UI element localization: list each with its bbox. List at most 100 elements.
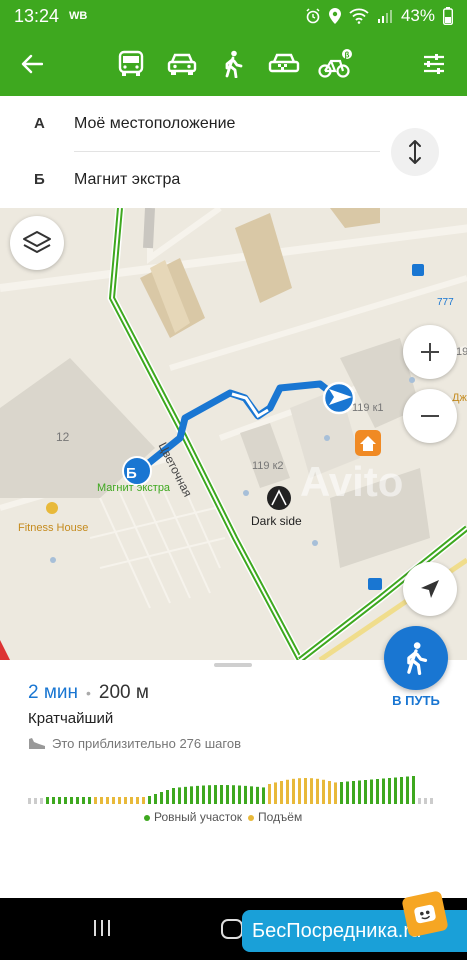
elevation-bar — [166, 790, 169, 804]
zoom-out-button[interactable] — [403, 389, 457, 443]
map-watermark: Avito — [300, 458, 404, 505]
elevation-bar — [388, 778, 391, 804]
elevation-bar — [418, 798, 421, 804]
start-navigation-label[interactable]: В ПУТЬ — [384, 693, 448, 708]
elevation-bar — [130, 797, 133, 804]
elevation-bar — [58, 797, 61, 804]
elevation-bar — [352, 781, 355, 804]
map-building-label-1: 119 к1 — [352, 402, 384, 414]
site-mascot-logo — [401, 890, 449, 938]
elevation-legend: Ровный участок Подъём — [144, 810, 302, 824]
swap-points-button[interactable] — [391, 128, 439, 176]
status-time: 13:24 — [14, 5, 60, 26]
map-view[interactable]: Б Магнит экстра Fitness House Dark side … — [0, 208, 467, 660]
map-marker-b-letter: Б — [126, 465, 137, 482]
elevation-bar — [208, 785, 211, 804]
route-distance: 200 м — [98, 682, 149, 703]
elevation-bar — [118, 797, 121, 804]
route-type: Кратчайший — [28, 710, 114, 727]
my-location-button[interactable] — [403, 562, 457, 616]
elevation-bar — [196, 785, 199, 804]
route-duration: 2 мин — [28, 682, 79, 703]
wifi-icon — [349, 8, 369, 24]
legend-flat-label: Ровный участок — [154, 810, 243, 824]
elevation-bar — [220, 785, 223, 804]
elevation-bar — [346, 781, 349, 804]
elevation-bar — [100, 797, 103, 804]
transport-toolbar: β — [0, 32, 467, 96]
recent-apps-icon[interactable] — [92, 918, 112, 943]
elevation-bar — [370, 779, 373, 804]
point-a-row[interactable]: A Моё местоположение — [0, 96, 390, 151]
elevation-bar — [88, 797, 91, 804]
home-icon[interactable] — [220, 918, 244, 945]
map-store-label: Магнит экстра — [97, 482, 171, 494]
elevation-bar — [46, 797, 49, 804]
elevation-bar — [40, 798, 43, 804]
site-watermark-text: БесПосредника — [252, 919, 398, 942]
elevation-bar — [172, 788, 175, 804]
elevation-bar — [310, 778, 313, 804]
elevation-bar — [76, 797, 79, 804]
elevation-bar — [268, 784, 271, 804]
elevation-bar — [298, 778, 301, 804]
elevation-bar — [394, 777, 397, 804]
map-canvas — [0, 208, 467, 660]
elevation-bar — [160, 792, 163, 804]
bike-mode-icon[interactable]: β — [318, 48, 352, 80]
layers-icon — [23, 231, 51, 253]
elevation-bar — [28, 798, 31, 804]
start-navigation-button[interactable] — [384, 626, 448, 690]
elevation-bar — [148, 796, 151, 804]
elevation-bar — [358, 780, 361, 804]
elevation-bar — [382, 778, 385, 804]
shoe-icon — [29, 737, 45, 749]
map-edge-label: Дж — [452, 392, 467, 404]
elevation-bar — [328, 781, 331, 804]
svg-text:β: β — [345, 51, 350, 60]
car-mode-icon[interactable] — [165, 48, 199, 80]
navigation-arrow-icon — [421, 580, 439, 598]
elevation-bar — [112, 797, 115, 804]
layers-button[interactable] — [10, 216, 64, 270]
elevation-bar — [52, 797, 55, 804]
elevation-bar — [334, 782, 337, 804]
elevation-bar — [340, 782, 343, 804]
taxi-mode-icon[interactable] — [267, 48, 301, 80]
swap-vertical-icon — [409, 140, 421, 164]
location-icon — [328, 8, 341, 24]
elevation-bar — [232, 785, 235, 804]
point-b-row[interactable]: Б Магнит экстра — [0, 152, 390, 207]
elevation-bar — [238, 785, 241, 804]
elevation-bar — [274, 782, 277, 804]
zoom-in-button[interactable] — [403, 325, 457, 379]
elevation-bar — [256, 786, 259, 804]
signal-icon — [377, 8, 393, 24]
elevation-bar — [214, 785, 217, 804]
elevation-bar — [304, 778, 307, 804]
settings-sliders-icon[interactable] — [417, 48, 451, 80]
battery-text: 43% — [400, 6, 435, 25]
point-b-name: Магнит экстра — [74, 170, 181, 188]
back-arrow-icon[interactable] — [15, 48, 49, 80]
elevation-profile — [28, 776, 433, 804]
sheet-drag-handle[interactable] — [214, 663, 252, 667]
elevation-bar — [430, 798, 433, 804]
elevation-bar — [184, 786, 187, 804]
status-carrier: WB — [69, 10, 88, 22]
map-building-label-3: 12 — [56, 430, 70, 444]
elevation-bar — [406, 776, 409, 804]
point-a-letter: A — [34, 115, 45, 132]
legend-flat: Ровный участок — [144, 810, 242, 824]
bus-mode-icon[interactable] — [114, 48, 148, 80]
legend-up-label: Подъём — [258, 810, 303, 824]
point-a-name: Моё местоположение — [74, 114, 236, 132]
steps-info: Это приблизительно 276 шагов — [28, 736, 241, 751]
elevation-bar — [322, 779, 325, 804]
map-fitness-label: Fitness House — [18, 522, 89, 534]
alarm-icon — [305, 8, 321, 24]
point-b-letter: Б — [34, 171, 45, 188]
elevation-bar — [94, 797, 97, 804]
elevation-bar — [70, 797, 73, 804]
walk-mode-icon[interactable] — [216, 48, 250, 80]
